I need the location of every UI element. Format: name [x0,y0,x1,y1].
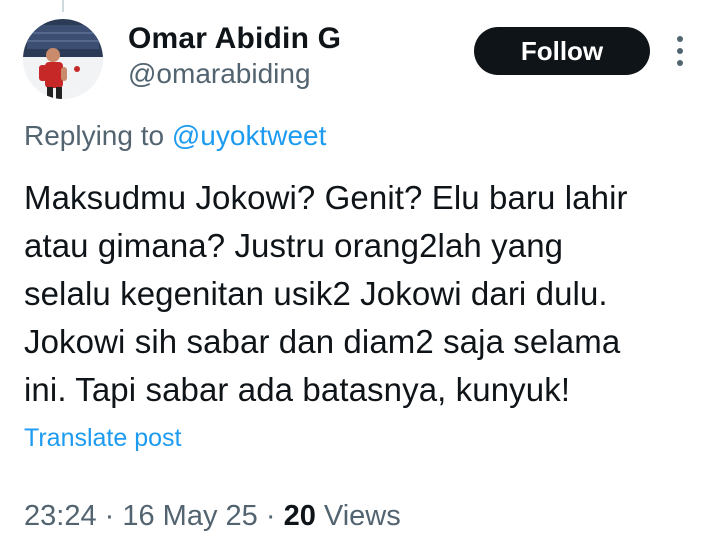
tweet-date[interactable]: 16 May 25 [122,500,257,532]
author-display-name[interactable]: Omar Abidin G [128,22,341,56]
views-count[interactable]: 20 [284,500,316,532]
views-label: Views [315,500,401,532]
meta-separator: · [96,500,123,532]
tweet-line: ini. Tapi sabar ada batasnya, kunyuk! [24,371,571,408]
author-handle[interactable]: @omarabiding [128,58,311,90]
avatar-image [23,19,103,99]
tweet-time[interactable]: 23:24 [24,500,97,532]
more-vertical-icon[interactable] [666,33,694,69]
tweet-meta: 23:24 · 16 May 25 · 20 Views [24,500,401,533]
tweet-body: Maksudmu Jokowi? Genit? Elu baru lahir a… [24,174,704,414]
translate-post-link[interactable]: Translate post [24,424,181,453]
tweet-line: Maksudmu Jokowi? Genit? Elu baru lahir [24,179,628,216]
tweet-line: selalu kegenitan usik2 Jokowi dari dulu. [24,275,608,312]
tweet-line: Jokowi sih sabar dan diam2 saja selama [24,323,621,360]
thread-connector-line [62,0,64,12]
avatar[interactable] [23,19,103,99]
replying-to-prefix: Replying to [24,120,172,151]
tweet-line: atau gimana? Justru orang2lah yang [24,227,564,264]
replying-to: Replying to @uyoktweet [24,120,326,152]
follow-button[interactable]: Follow [474,27,650,75]
meta-separator: · [257,500,284,532]
replying-to-mention-link[interactable]: @uyoktweet [172,120,327,151]
